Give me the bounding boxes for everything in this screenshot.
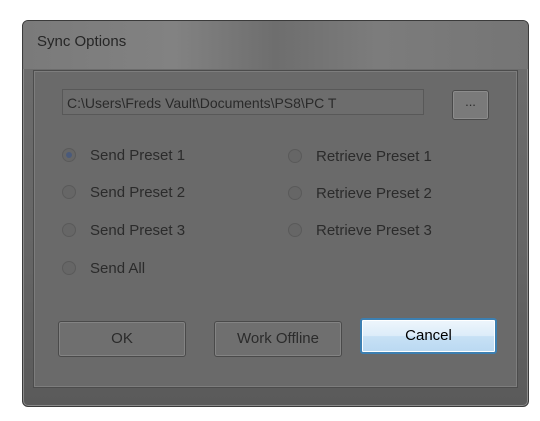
radio-retrieve-preset-1[interactable]: Retrieve Preset 1 [288, 145, 432, 167]
radio-label: Send Preset 1 [90, 146, 186, 164]
radio-label: Retrieve Preset 2 [316, 184, 432, 202]
radio-unchecked-icon [288, 223, 302, 237]
radio-label: Retrieve Preset 1 [316, 147, 432, 165]
cancel-button[interactable]: Cancel [360, 318, 497, 354]
title-bar[interactable]: Sync Options [23, 21, 528, 69]
radio-send-preset-3[interactable]: Send Preset 3 [62, 219, 185, 241]
radio-unchecked-icon [62, 261, 76, 275]
radio-label: Send Preset 3 [90, 221, 186, 239]
radio-label: Retrieve Preset 3 [316, 221, 432, 239]
path-field[interactable]: C:\Users\Freds Vault\Documents\PS8\PC T [62, 89, 424, 115]
radio-send-preset-2[interactable]: Send Preset 2 [62, 181, 185, 203]
radio-retrieve-preset-2[interactable]: Retrieve Preset 2 [288, 182, 432, 204]
radio-retrieve-preset-3[interactable]: Retrieve Preset 3 [288, 219, 432, 241]
dialog-title: Sync Options [37, 33, 127, 50]
radio-unchecked-icon [288, 149, 302, 163]
radio-label: Send All [90, 259, 146, 277]
radio-send-all[interactable]: Send All [62, 257, 145, 279]
radio-label: Send Preset 2 [90, 183, 186, 201]
work-offline-button[interactable]: Work Offline [214, 321, 342, 357]
radio-unchecked-icon [288, 186, 302, 200]
ok-button[interactable]: OK [58, 321, 186, 357]
radio-send-preset-1[interactable]: Send Preset 1 [62, 144, 185, 166]
radio-unchecked-icon [62, 223, 76, 237]
radio-checked-icon [62, 148, 76, 162]
radio-unchecked-icon [62, 185, 76, 199]
browse-button[interactable]: ... [452, 90, 489, 120]
